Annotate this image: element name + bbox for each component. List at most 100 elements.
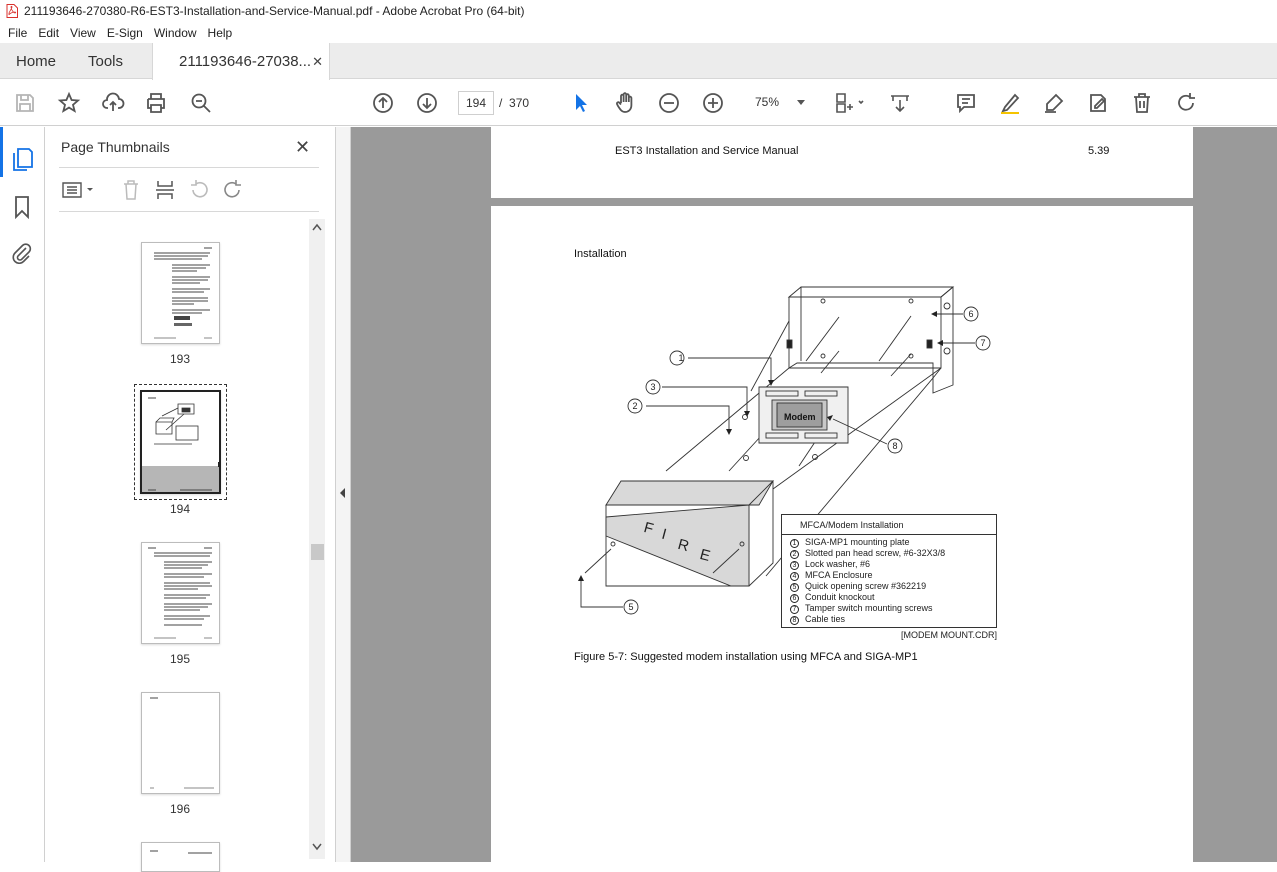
callout-8: 8	[892, 441, 898, 451]
thumbnail-scrollbar[interactable]	[309, 219, 325, 859]
previous-page: EST3 Installation and Service Manual 5.3…	[491, 127, 1193, 198]
menu-esign[interactable]: E-Sign	[107, 26, 143, 40]
thumbnail-label: 195	[169, 652, 191, 666]
tab-document[interactable]: 211193646-27038... ✕	[152, 43, 330, 80]
print-icon[interactable]	[144, 91, 168, 115]
select-arrow-icon[interactable]	[569, 91, 593, 115]
document-viewer[interactable]: EST3 Installation and Service Manual 5.3…	[351, 127, 1277, 862]
pdf-file-icon	[6, 4, 18, 18]
sign-icon[interactable]	[1042, 91, 1066, 115]
star-icon[interactable]	[57, 91, 81, 115]
comment-icon[interactable]	[954, 91, 978, 115]
attachment-icon[interactable]	[11, 240, 33, 264]
thumbnail-preview	[154, 247, 212, 339]
tab-close-icon[interactable]: ✕	[312, 54, 323, 70]
toolbar	[0, 80, 1277, 197]
legend-item: 2 Slotted pan head screw, #6-32X3/8	[790, 548, 945, 559]
left-rail	[0, 127, 45, 862]
legend-item: 3 Lock washer, #6	[790, 559, 945, 570]
active-indicator	[0, 127, 3, 177]
rotate-cw-icon[interactable]	[222, 179, 244, 201]
legend-list: 1 SIGA-MP1 mounting plate 2 Slotted pan he…	[790, 537, 945, 625]
callout-2: 2	[632, 401, 638, 411]
thumbnail-preview	[148, 397, 219, 491]
thumbnail-preview	[148, 547, 212, 639]
thumbnail-label: 194	[169, 502, 191, 516]
callout-6: 6	[968, 309, 974, 319]
zoom-out-icon[interactable]	[657, 91, 681, 115]
chevron-down-icon	[797, 100, 805, 105]
window-title: 211193646-270380-R6-EST3-Installation-an…	[24, 4, 525, 18]
delete-page-icon[interactable]	[121, 179, 141, 201]
callout-7: 7	[980, 338, 986, 348]
page-thumbnail-193[interactable]	[141, 242, 220, 344]
divider	[59, 167, 319, 168]
rotate-ccw-icon[interactable]	[188, 179, 210, 201]
hand-icon[interactable]	[613, 91, 637, 115]
callout-5: 5	[628, 602, 634, 612]
page-thumbnails-icon[interactable]	[12, 147, 34, 171]
page-thumbnail-196[interactable]	[141, 692, 220, 794]
page-up-icon[interactable]	[371, 91, 395, 115]
zoom-value: 75%	[755, 95, 780, 109]
insert-page-icon[interactable]	[154, 179, 176, 201]
thumbnails-panel: Page Thumbnails ✕ 193 194 195 196	[45, 127, 336, 872]
zoom-in-icon[interactable]	[701, 91, 725, 115]
title-bar: 211193646-270380-R6-EST3-Installation-an…	[0, 0, 1277, 22]
thumbnail-label: 193	[169, 352, 191, 366]
menu-file[interactable]: File	[8, 26, 27, 40]
figure-caption: Figure 5-7: Suggested modem installation…	[574, 651, 918, 663]
save-icon[interactable]	[13, 91, 37, 115]
close-icon[interactable]: ✕	[295, 137, 310, 158]
page-separator: /	[499, 96, 503, 110]
scroll-up-icon[interactable]	[311, 222, 323, 232]
scroll-mode-icon[interactable]	[888, 91, 912, 115]
thumbnail-preview	[150, 697, 214, 789]
tab-bar: Home Tools 211193646-27038... ✕	[0, 43, 1277, 80]
page-total-value: 370	[509, 96, 530, 110]
fit-page-icon[interactable]	[833, 91, 865, 115]
page-footer-title: EST3 Installation and Service Manual	[615, 145, 799, 157]
upload-icon[interactable]	[101, 91, 125, 115]
tab-document-label: 211193646-27038...	[179, 53, 312, 70]
panel-title: Page Thumbnails	[61, 139, 170, 155]
page-thumbnail-195[interactable]	[141, 542, 220, 644]
zoom-select[interactable]: 75%	[745, 91, 811, 115]
menu-window[interactable]: Window	[154, 26, 197, 40]
page-thumbnail-194[interactable]	[140, 390, 221, 494]
menu-help[interactable]: Help	[208, 26, 233, 40]
page-number-input[interactable]: 194	[458, 91, 494, 115]
rotate-icon[interactable]	[1174, 91, 1198, 115]
figure-legend: MFCA/Modem Installation 1 SIGA-MP1 mounti…	[781, 514, 997, 628]
legend-divider	[782, 534, 996, 535]
page-down-icon[interactable]	[415, 91, 439, 115]
chevron-left-icon	[340, 488, 345, 498]
panel-collapse-handle[interactable]	[336, 127, 351, 862]
section-heading: Installation	[574, 248, 627, 260]
legend-item: 4 MFCA Enclosure	[790, 570, 945, 581]
scroll-down-icon[interactable]	[311, 842, 323, 852]
scrollbar-thumb[interactable]	[311, 544, 324, 560]
options-menu-icon[interactable]	[61, 179, 97, 201]
legend-title: MFCA/Modem Installation	[800, 520, 904, 530]
delete-icon[interactable]	[1130, 91, 1154, 115]
legend-item: 5 Quick opening screw #362219	[790, 581, 945, 592]
page-footer-number: 5.39	[1088, 145, 1110, 157]
figure-file-tag: [MODEM MOUNT.CDR]	[901, 630, 997, 640]
menu-view[interactable]: View	[70, 26, 96, 40]
tab-home[interactable]: Home	[16, 43, 56, 79]
menu-edit[interactable]: Edit	[38, 26, 59, 40]
thumbnail-preview	[150, 850, 212, 854]
menu-bar: File Edit View E-Sign Window Help	[0, 22, 1277, 43]
bookmark-icon[interactable]	[13, 195, 31, 219]
legend-item: 6 Conduit knockout	[790, 592, 945, 603]
search-zoom-icon[interactable]	[189, 91, 213, 115]
tab-tools[interactable]: Tools	[88, 43, 123, 79]
divider	[59, 211, 319, 212]
edit-icon[interactable]	[1086, 91, 1110, 115]
current-page: Installation 1 2 3 5 6 7 8 Modem F I R E…	[491, 206, 1193, 862]
callout-3: 3	[650, 382, 656, 392]
page-thumbnail-partial[interactable]	[141, 842, 220, 872]
highlight-icon[interactable]	[998, 91, 1022, 115]
modem-label: Modem	[784, 412, 816, 422]
